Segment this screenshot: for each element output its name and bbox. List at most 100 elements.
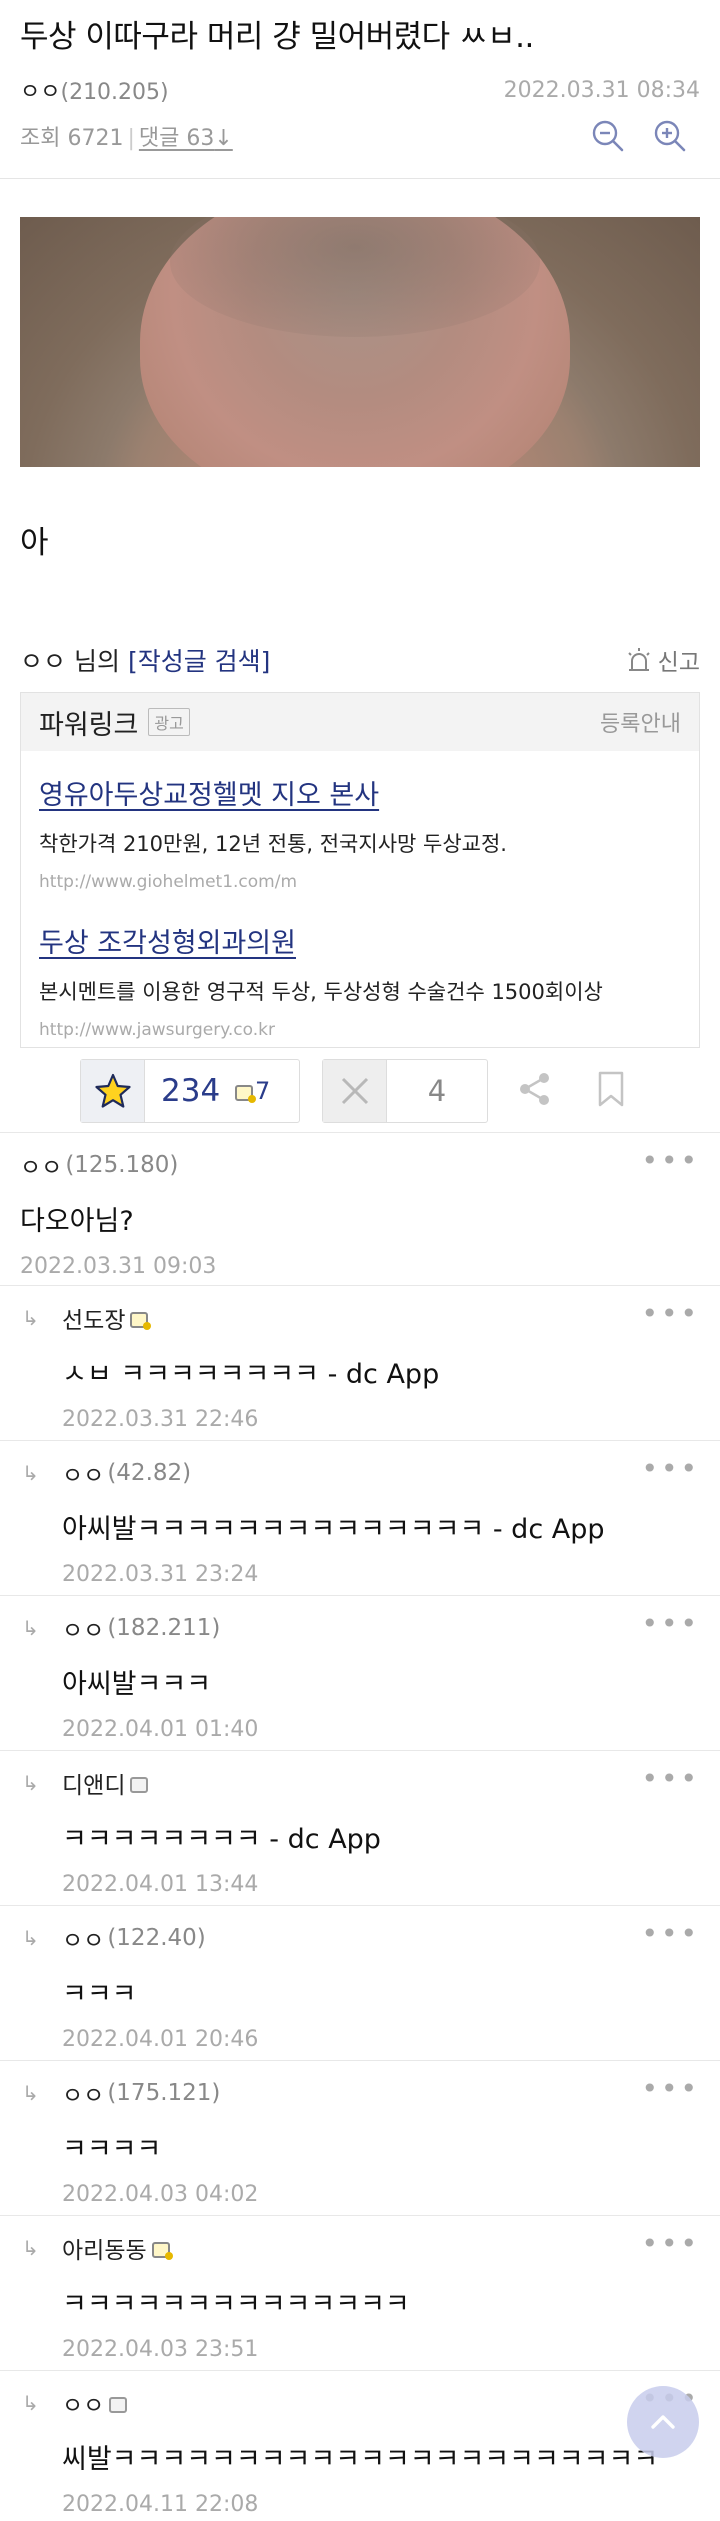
ad-register-link[interactable]: 등록안내: [600, 706, 681, 738]
comment-text: 씨발ㅋㅋㅋㅋㅋㅋㅋㅋㅋㅋㅋㅋㅋㅋㅋㅋㅋㅋㅋㅋㅋㅋ: [62, 2444, 659, 2475]
reply-arrow-icon: ↳: [22, 2236, 39, 2260]
post-body: 아: [20, 525, 49, 561]
more-options-icon[interactable]: •••: [641, 1455, 700, 1483]
more-options-icon[interactable]: •••: [641, 2075, 700, 2103]
comment-date: 2022.03.31 09:03: [20, 1254, 217, 1279]
comment-count-link[interactable]: 댓글 63↓: [139, 126, 233, 151]
reply-item: ↳ 디앤디 ㅋㅋㅋㅋㅋㅋㅋㅋ - dc App 2022.04.01 13:44…: [0, 1751, 720, 1906]
more-options-icon[interactable]: •••: [641, 1147, 700, 1175]
upvote-button[interactable]: 234 7: [80, 1059, 300, 1123]
post-author[interactable]: ㅇㅇ(210.205): [20, 74, 169, 106]
comment-author[interactable]: 아리동동: [62, 2231, 147, 2265]
powerlink-box: 파워링크 광고 등록안내 영유아두상교정헬멧 지오 본사 착한가격 210만원, …: [20, 692, 700, 1048]
writer-name: ㅇㅇ: [20, 647, 67, 676]
siren-icon: [627, 648, 650, 671]
fixed-nick-icon: [151, 2242, 173, 2260]
post-image[interactable]: [20, 217, 700, 467]
comment-text: 아씨발ㅋㅋㅋ: [62, 1669, 212, 1700]
star-icon: [81, 1060, 145, 1122]
ad-badge: 광고: [148, 708, 190, 736]
chevron-up-icon: [651, 2415, 675, 2429]
post-stats: 조회 6721 | 댓글 63↓: [20, 116, 700, 156]
ad-url: http://www.giohelmet1.com/m: [39, 872, 298, 892]
comment-author[interactable]: ㅇㅇ: [62, 2386, 104, 2420]
powerlink-header: 파워링크 광고 등록안내: [21, 693, 699, 751]
comment-date: 2022.04.03 23:51: [62, 2337, 259, 2362]
fixed-upvote: 7: [233, 1077, 270, 1105]
comment-text: 아씨발ㅋㅋㅋㅋㅋㅋㅋㅋㅋㅋㅋㅋㅋㅋ - dc App: [62, 1514, 605, 1545]
reply-item: ↳ ㅇㅇ (42.82) 아씨발ㅋㅋㅋㅋㅋㅋㅋㅋㅋㅋㅋㅋㅋㅋ - dc App 2…: [0, 1441, 720, 1596]
comment-author[interactable]: 디앤디: [62, 1766, 125, 1800]
zoom-in-icon[interactable]: [652, 118, 688, 154]
writer-row: ㅇㅇ 님의 [작성글 검색] 신고: [0, 638, 720, 682]
ad-title[interactable]: 두상 조각성형외과의원: [39, 921, 681, 960]
reply-arrow-icon: ↳: [22, 2391, 39, 2415]
share-icon[interactable]: [516, 1070, 554, 1112]
comment-date: 2022.04.11 22:08: [62, 2492, 259, 2517]
more-options-icon[interactable]: •••: [641, 1610, 700, 1638]
stats-separator: |: [127, 126, 135, 151]
comment-date: 2022.04.03 04:02: [62, 2182, 259, 2207]
comment-item: ㅇㅇ (125.180) 다오아님? 2022.03.31 09:03 •••: [0, 1133, 720, 1286]
bookmark-icon[interactable]: [596, 1070, 626, 1112]
comment-text: ㅋㅋㅋㅋ: [62, 2134, 162, 2165]
more-options-icon[interactable]: •••: [641, 1920, 700, 1948]
view-count: 조회 6721: [20, 126, 124, 151]
fixed-nick-icon: [130, 1312, 152, 1330]
reply-arrow-icon: ↳: [22, 1926, 39, 1950]
comment-author-ip: (42.82): [107, 1460, 192, 1486]
comment-date: 2022.03.31 22:46: [62, 1407, 259, 1432]
fixed-upvote-count: 7: [255, 1077, 271, 1105]
post-title: 두상 이따구라 머리 걍 밀어버렸다 ㅆㅂ..: [20, 19, 534, 55]
reply-item: ↳ ㅇㅇ (122.40) ㅋㅋㅋ 2022.04.01 20:46 •••: [0, 1906, 720, 2061]
post-header: 두상 이따구라 머리 걍 밀어버렸다 ㅆㅂ.. ㅇㅇ(210.205) 2022…: [0, 0, 720, 156]
comment-author[interactable]: ㅇㅇ: [62, 2076, 104, 2110]
scroll-to-top-button[interactable]: [627, 2386, 699, 2458]
zoom-out-icon[interactable]: [590, 118, 626, 154]
more-options-icon[interactable]: •••: [641, 1765, 700, 1793]
upvote-count: 234: [161, 1073, 221, 1109]
downvote-button[interactable]: 4: [322, 1059, 488, 1123]
comment-author[interactable]: 선도장: [62, 1301, 125, 1335]
flow-nick-icon: [130, 1777, 149, 1793]
reply-item: ↳ ㅇㅇ (182.211) 아씨발ㅋㅋㅋ 2022.04.01 01:40 ••…: [0, 1596, 720, 1751]
ad-item[interactable]: 영유아두상교정헬멧 지오 본사 착한가격 210만원, 12년 전통, 전국지사…: [21, 751, 699, 899]
comment-count-label[interactable]: 댓글 63: [139, 126, 214, 151]
reply-item: ↳ ㅇㅇ 씨발ㅋㅋㅋㅋㅋㅋㅋㅋㅋㅋㅋㅋㅋㅋㅋㅋㅋㅋㅋㅋㅋㅋ 2022.04.11…: [0, 2371, 720, 2521]
fixed-nick-icon: [235, 1085, 256, 1103]
writer-suffix: 님의: [73, 647, 120, 676]
comment-author[interactable]: ㅇㅇ: [62, 1611, 104, 1645]
report-button[interactable]: 신고: [624, 643, 700, 677]
header-divider: [0, 178, 720, 179]
reply-arrow-icon: ↳: [22, 1306, 39, 1330]
post-author-name[interactable]: ㅇㅇ: [20, 80, 60, 105]
comment-date: 2022.03.31 23:24: [62, 1562, 259, 1587]
reply-item: ↳ 선도장 ㅅㅂ ㅋㅋㅋㅋㅋㅋㅋㅋ - dc App 2022.03.31 22…: [0, 1286, 720, 1441]
ad-title[interactable]: 영유아두상교정헬멧 지오 본사: [39, 773, 681, 812]
post-author-ip: (210.205): [60, 80, 169, 105]
comment-author[interactable]: ㅇㅇ: [62, 1921, 104, 1955]
comment-text: ㅋㅋㅋㅋㅋㅋㅋㅋ - dc App: [62, 1824, 381, 1855]
ad-description: 본시멘트를 이용한 영구적 두상, 두상성형 수술건수 1500회이상: [39, 980, 603, 1004]
comment-date: 2022.04.01 20:46: [62, 2027, 259, 2052]
comment-author[interactable]: ㅇㅇ: [20, 1148, 62, 1182]
comment-author-ip: (122.40): [107, 1925, 206, 1951]
ad-item[interactable]: 두상 조각성형외과의원 본시멘트를 이용한 영구적 두상, 두상성형 수술건수 …: [21, 899, 699, 1047]
downvote-count: 4: [427, 1074, 447, 1108]
reply-arrow-icon: ↳: [22, 1461, 39, 1485]
powerlink-title: 파워링크: [39, 709, 139, 741]
comment-author[interactable]: ㅇㅇ: [62, 1456, 104, 1490]
arrow-down-icon: ↓: [214, 126, 233, 151]
comment-date: 2022.04.01 13:44: [62, 1872, 259, 1897]
comment-author-ip: (175.121): [107, 2080, 221, 2106]
report-label[interactable]: 신고: [658, 643, 700, 677]
more-options-icon[interactable]: •••: [641, 1300, 700, 1328]
comment-text: ㅋㅋㅋ: [62, 1979, 137, 2010]
comment-text: ㅅㅂ ㅋㅋㅋㅋㅋㅋㅋㅋ - dc App: [62, 1359, 440, 1390]
comment-author-ip: (182.211): [107, 1615, 221, 1641]
more-options-icon[interactable]: •••: [641, 2230, 700, 2258]
ad-description: 착한가격 210만원, 12년 전통, 전국지사망 두상교정.: [39, 832, 507, 856]
comment-list: ㅇㅇ (125.180) 다오아님? 2022.03.31 09:03 ••• ↳…: [0, 1132, 720, 2521]
comment-text: ㅋㅋㅋㅋㅋㅋㅋㅋㅋㅋㅋㅋㅋㅋ: [62, 2289, 410, 2320]
writer-search-link[interactable]: [작성글 검색]: [128, 647, 270, 676]
